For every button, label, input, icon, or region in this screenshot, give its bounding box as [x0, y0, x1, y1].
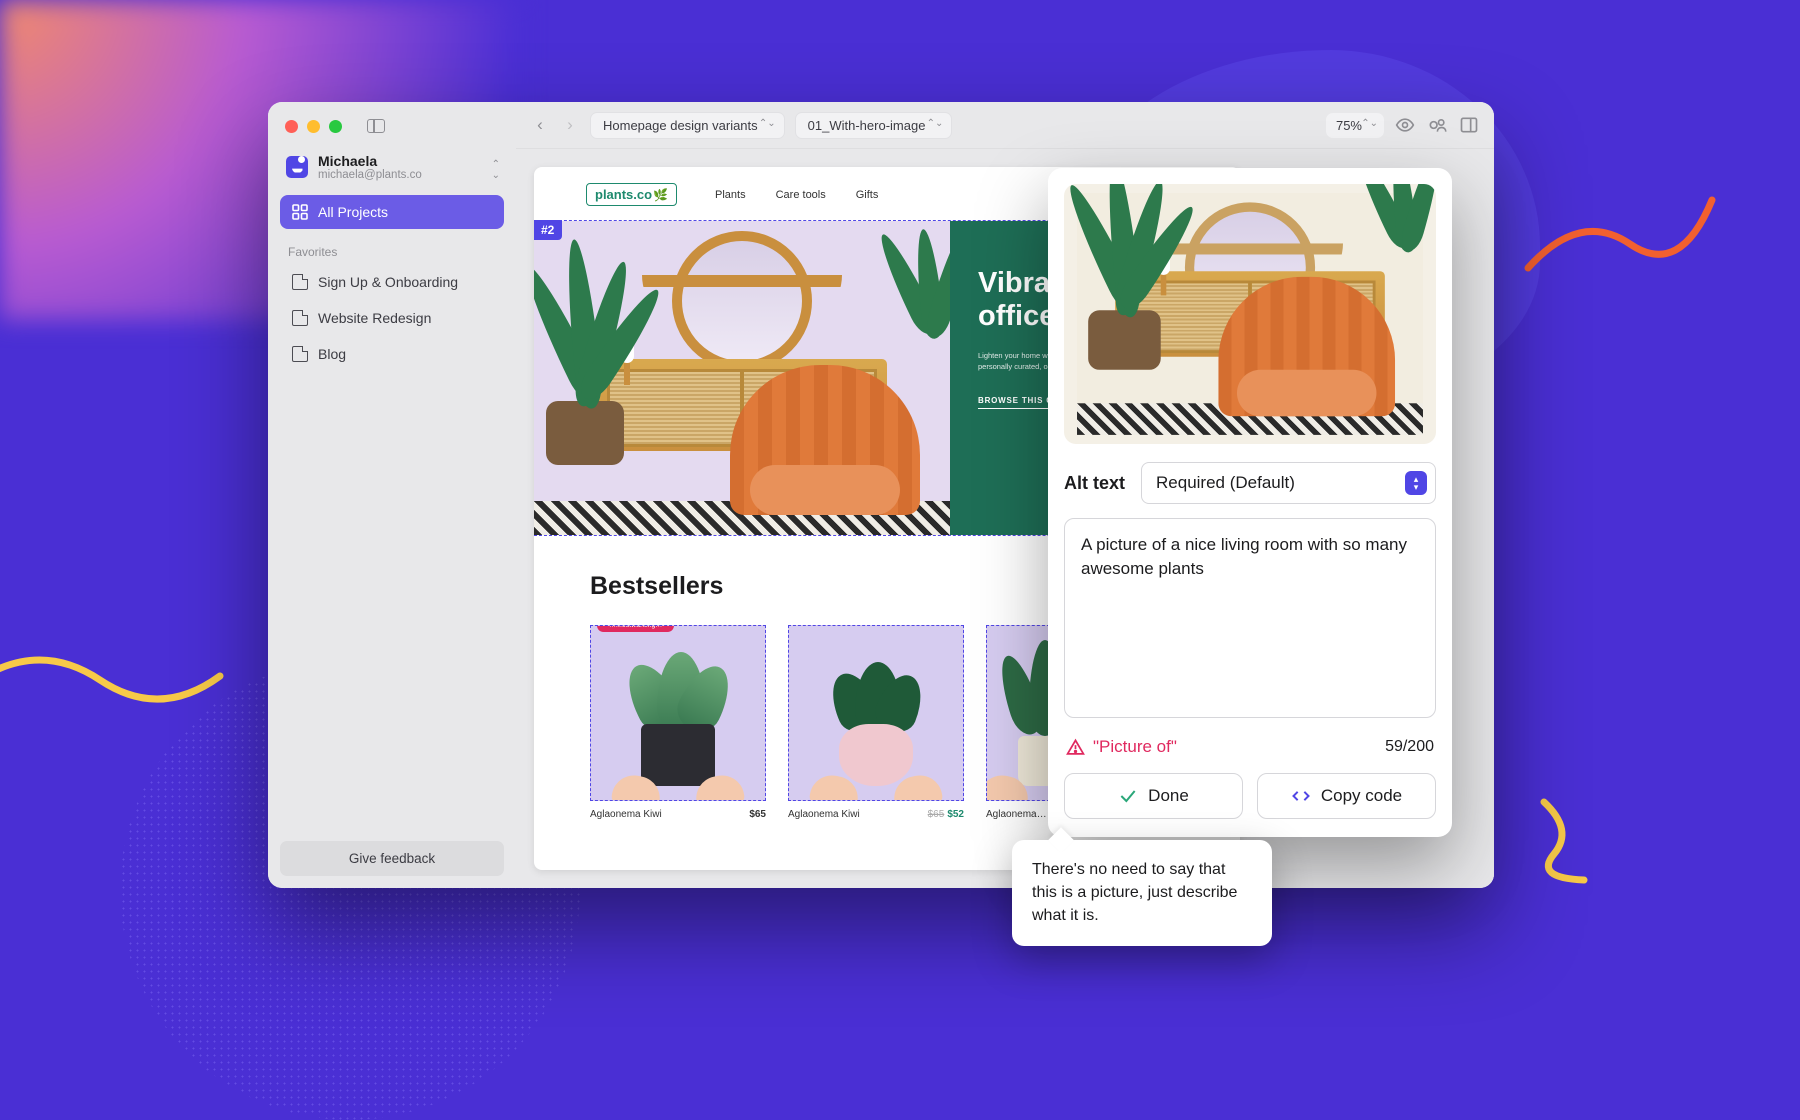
toolbar: ‹ › Homepage design variants⌃⌄ 01_With-h… — [516, 102, 1494, 149]
bg-squiggle — [1520, 180, 1720, 300]
alt-text-warning[interactable]: "Picture of" — [1066, 737, 1177, 757]
alt-text-label: Alt text — [1064, 473, 1125, 494]
sidebar-item-signup[interactable]: Sign Up & Onboarding — [280, 265, 504, 299]
product-name: Aglaonema Kiwi — [590, 809, 662, 820]
zoom-control[interactable]: 75%⌃⌄ — [1326, 113, 1384, 138]
account-switcher[interactable]: Michaela michaela@plants.co ⌃⌄ — [280, 147, 504, 195]
selection-badge: #2 — [534, 220, 562, 240]
sidebar-item-redesign[interactable]: Website Redesign — [280, 301, 504, 335]
avatar — [286, 156, 308, 178]
sidebar-item-label: Blog — [318, 346, 346, 362]
plant-icon — [591, 626, 765, 800]
sidebar-item-label: All Projects — [318, 204, 388, 220]
stepper-icon — [1405, 471, 1427, 495]
bg-squiggle — [0, 620, 230, 720]
mock-logo: plants.co🌿 — [586, 183, 677, 206]
plant-icon — [789, 626, 963, 800]
folder-icon — [292, 274, 308, 290]
user-name: Michaela — [318, 153, 422, 169]
breadcrumb-page[interactable]: 01_With-hero-image⌃⌄ — [795, 112, 953, 139]
back-button[interactable]: ‹ — [530, 115, 550, 135]
grid-icon — [292, 204, 308, 220]
product-card[interactable]: …Mostwanting… Aglaonema Kiwi$65 — [590, 625, 766, 820]
warning-icon — [1066, 738, 1085, 757]
room-illustration — [534, 221, 950, 535]
forward-button[interactable]: › — [560, 115, 580, 135]
breadcrumb-project[interactable]: Homepage design variants⌃⌄ — [590, 112, 785, 139]
sidebar-item-label: Sign Up & Onboarding — [318, 274, 458, 290]
code-icon — [1291, 786, 1311, 806]
share-icon[interactable] — [1426, 114, 1448, 136]
fullscreen-icon[interactable] — [329, 120, 342, 133]
room-illustration — [1077, 193, 1423, 435]
folder-icon — [292, 310, 308, 326]
preview-icon[interactable] — [1394, 114, 1416, 136]
warning-tooltip: There's no need to say that this is a pi… — [1012, 840, 1272, 946]
close-icon[interactable] — [285, 120, 298, 133]
product-name: Aglaonema… — [986, 809, 1047, 820]
hero-image — [534, 221, 950, 535]
window-controls — [280, 114, 504, 147]
mock-nav: Plants Care tools Gifts — [715, 189, 878, 201]
done-button[interactable]: Done — [1064, 773, 1243, 819]
give-feedback-button[interactable]: Give feedback — [280, 841, 504, 876]
inspector-panel: Alt text Required (Default) "Picture of"… — [1048, 168, 1452, 837]
minimize-icon[interactable] — [307, 120, 320, 133]
inspector-preview — [1064, 184, 1436, 444]
product-name: Aglaonema Kiwi — [788, 809, 860, 820]
user-email: michaela@plants.co — [318, 169, 422, 181]
sidebar-section-label: Favorites — [280, 231, 504, 265]
alt-text-input[interactable] — [1064, 518, 1436, 718]
folder-icon — [292, 346, 308, 362]
chevron-updown-icon: ⌃⌄ — [492, 159, 498, 181]
character-count: 59/200 — [1385, 738, 1434, 756]
check-icon — [1118, 786, 1138, 806]
sidebar-item-blog[interactable]: Blog — [280, 337, 504, 371]
sidebar: Michaela michaela@plants.co ⌃⌄ All Proje… — [268, 102, 516, 888]
panel-toggle-icon[interactable] — [1458, 114, 1480, 136]
copy-code-button[interactable]: Copy code — [1257, 773, 1436, 819]
sidebar-toggle-icon[interactable] — [367, 119, 385, 133]
sidebar-item-all-projects[interactable]: All Projects — [280, 195, 504, 229]
sidebar-item-label: Website Redesign — [318, 310, 431, 326]
product-price: $65$52 — [928, 809, 964, 820]
alt-text-mode-select[interactable]: Required (Default) — [1141, 462, 1436, 504]
product-price: $65 — [749, 809, 766, 820]
bg-squiggle — [1530, 790, 1620, 890]
product-card[interactable]: Aglaonema Kiwi $65$52 — [788, 625, 964, 820]
